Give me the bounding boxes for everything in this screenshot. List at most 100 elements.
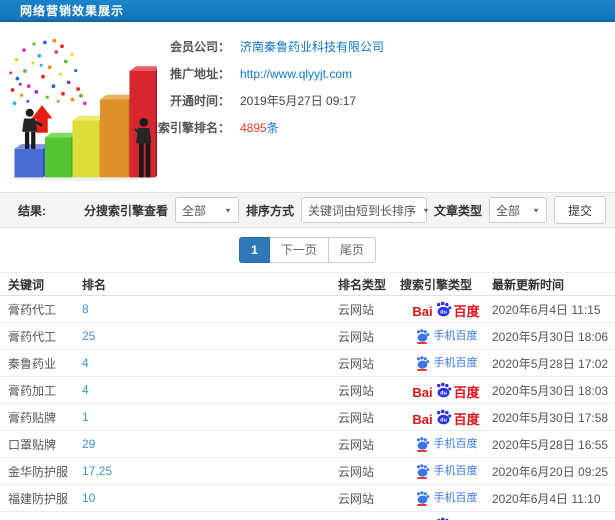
- mobile-baidu-label: 手机百度: [433, 491, 478, 504]
- svg-text:du: du: [440, 309, 447, 315]
- svg-text:du: du: [440, 390, 447, 396]
- header-rank: 排名: [82, 277, 107, 292]
- updated-cell: 2020年5月30日 18:03: [492, 383, 609, 398]
- rank-link[interactable]: 17,25: [82, 464, 112, 478]
- baidu-logo[interactable]: Bai du 百度: [412, 409, 480, 427]
- rank-type-cell: 云网站: [338, 329, 375, 344]
- engine-cell: Baidu百度 手机百度: [400, 301, 492, 318]
- engine-cell: Baidu百度 手机百度: [400, 355, 492, 371]
- mobile-baidu-logo[interactable]: 手机百度: [415, 490, 478, 506]
- updated-cell: 2020年6月20日 09:25: [492, 464, 609, 479]
- keyword-cell: 膏药代工: [8, 329, 57, 344]
- article-type-value: 全部: [495, 203, 520, 218]
- baidu-logo[interactable]: Bai du 百度: [412, 382, 480, 400]
- table-row: 膏药贴牌 1 云网站 Baidu百度 手机百度 2020年5月30日 17:58: [0, 404, 615, 431]
- next-page-button[interactable]: 下一页: [268, 237, 329, 263]
- svg-text:du: du: [440, 417, 447, 423]
- rank-link[interactable]: 29: [82, 437, 95, 451]
- baidu-text-cn: 百度: [453, 303, 480, 319]
- sort-filter-select[interactable]: 关键词由短到长排序 ▼: [300, 197, 430, 223]
- open-time-row: 开通时间： 2019年5月27日 09:17: [142, 92, 384, 109]
- header-keyword: 关键词: [8, 277, 45, 292]
- rank-link[interactable]: 4: [82, 383, 89, 397]
- company-link[interactable]: 济南秦鲁药业科技有限公司: [240, 38, 384, 55]
- engine-rank-row: 搜索引擎排名： 4895条: [142, 119, 384, 136]
- chevron-down-icon: ▼: [532, 206, 540, 214]
- chevron-down-icon: ▼: [224, 206, 232, 214]
- engine-filter-label: 分搜索引擎查看: [83, 203, 168, 218]
- mobile-baidu-logo[interactable]: 手机百度: [415, 328, 478, 344]
- engine-cell: Baidu百度 手机百度: [400, 512, 492, 520]
- table-row: 膏药加工 4 云网站 Baidu百度 手机百度 2020年5月30日 18:03: [0, 377, 615, 404]
- mobile-baidu-label: 手机百度: [433, 356, 478, 369]
- sort-filter-label: 排序方式: [245, 203, 294, 218]
- baidu-paw-icon: du: [436, 409, 451, 424]
- keyword-cell: 秦鲁药业: [8, 356, 57, 371]
- mobile-baidu-paw-icon: [415, 328, 430, 344]
- mobile-baidu-label: 手机百度: [433, 464, 478, 477]
- mobile-baidu-paw-icon: [415, 463, 430, 479]
- rank-type-cell: 云网站: [338, 383, 375, 398]
- rank-link[interactable]: 10: [82, 491, 95, 505]
- baidu-logo[interactable]: Bai du 百度: [412, 301, 480, 319]
- rank-type-cell: 云网站: [338, 437, 375, 452]
- engine-cell: Baidu百度 手机百度: [400, 382, 492, 399]
- article-type-select[interactable]: 全部 ▼: [488, 197, 547, 223]
- mobile-baidu-label: 手机百度: [433, 437, 478, 450]
- table-row: 福建防护服 10 云网站 Baidu百度 手机百度 2020年6月4日 11:1…: [0, 485, 615, 512]
- page-1-button[interactable]: 1: [239, 237, 270, 263]
- table-row: 膏药代工 25 云网站 Baidu百度 手机百度 2020年5月30日 18:0…: [0, 323, 615, 350]
- engine-cell: Baidu百度 手机百度: [400, 490, 492, 506]
- engine-rank-unit: 条: [266, 121, 279, 135]
- engine-cell: Baidu百度 手机百度: [400, 409, 492, 426]
- table-row: 金华防护服 17,25 云网站 Baidu百度 手机百度 2020年6月20日 …: [0, 458, 615, 485]
- table-row-partial: Baidu百度 手机百度: [0, 512, 615, 520]
- header-engine-type: 搜索引擎类型: [400, 277, 473, 292]
- updated-cell: 2020年5月30日 18:06: [492, 329, 609, 344]
- rank-link[interactable]: 8: [82, 302, 89, 316]
- marketing-clipart-image: [0, 30, 157, 192]
- mobile-baidu-logo[interactable]: 手机百度: [415, 436, 478, 452]
- mobile-baidu-label: 手机百度: [433, 329, 478, 342]
- engine-cell: Baidu百度 手机百度: [400, 436, 492, 452]
- promo-url-row: 推广地址： http://www.qlyyjt.com: [142, 65, 384, 82]
- table-header-row: 关键词 排名 排名类型 搜索引擎类型 最新更新时间: [0, 272, 615, 296]
- last-page-button[interactable]: 尾页: [327, 237, 376, 263]
- page-title: 网络营销效果展示: [20, 3, 125, 18]
- mobile-baidu-paw-icon: [415, 355, 430, 371]
- baidu-paw-icon: du: [436, 382, 451, 397]
- rank-type-cell: 云网站: [338, 356, 375, 371]
- rank-link[interactable]: 1: [82, 410, 89, 424]
- updated-cell: 2020年6月4日 11:15: [492, 302, 601, 317]
- header-updated: 最新更新时间: [492, 277, 565, 292]
- submit-button[interactable]: 提交: [553, 196, 606, 224]
- keyword-cell: 膏药贴牌: [8, 410, 57, 425]
- engine-filter-select[interactable]: 全部 ▼: [174, 197, 239, 223]
- promo-url-link[interactable]: http://www.qlyyjt.com: [240, 67, 352, 81]
- updated-cell: 2020年6月4日 11:10: [492, 491, 601, 506]
- mobile-baidu-logo[interactable]: 手机百度: [415, 355, 478, 371]
- keyword-cell: 口罩贴牌: [8, 437, 57, 452]
- rank-link[interactable]: 4: [82, 356, 89, 370]
- member-info-list: 会员公司： 济南秦鲁药业科技有限公司 推广地址： http://www.qlyy…: [142, 30, 384, 192]
- keyword-cell: 福建防护服: [8, 491, 69, 506]
- engine-rank-count: 4895: [240, 121, 267, 135]
- baidu-text-bai: Bai: [412, 303, 433, 319]
- table-row: 口罩贴牌 29 云网站 Baidu百度 手机百度 2020年5月28日 16:5…: [0, 431, 615, 458]
- baidu-text-bai: Bai: [412, 411, 433, 427]
- rank-link[interactable]: 25: [82, 329, 95, 343]
- filter-bar: 结果: 分搜索引擎查看 全部 ▼ 排序方式 关键词由短到长排序 ▼ 文章类型 全…: [0, 192, 615, 228]
- baidu-text-cn: 百度: [453, 411, 480, 427]
- baidu-text-cn: 百度: [453, 384, 480, 400]
- engine-filter-value: 全部: [181, 203, 206, 218]
- pagination: 1 下一页 尾页: [0, 228, 615, 272]
- mobile-baidu-paw-icon: [415, 490, 430, 506]
- bar-chart-clipart: [9, 38, 157, 182]
- engine-cell: Baidu百度 手机百度: [400, 328, 492, 344]
- mobile-baidu-logo[interactable]: 手机百度: [415, 463, 478, 479]
- updated-cell: 2020年5月28日 16:55: [492, 437, 609, 452]
- results-table: 关键词 排名 排名类型 搜索引擎类型 最新更新时间 膏药代工 8 云网站 Bai…: [0, 272, 615, 520]
- title-bar: 网络营销效果展示: [0, 0, 615, 22]
- chevron-down-icon: ▼: [421, 206, 430, 214]
- article-type-label: 文章类型: [433, 203, 482, 218]
